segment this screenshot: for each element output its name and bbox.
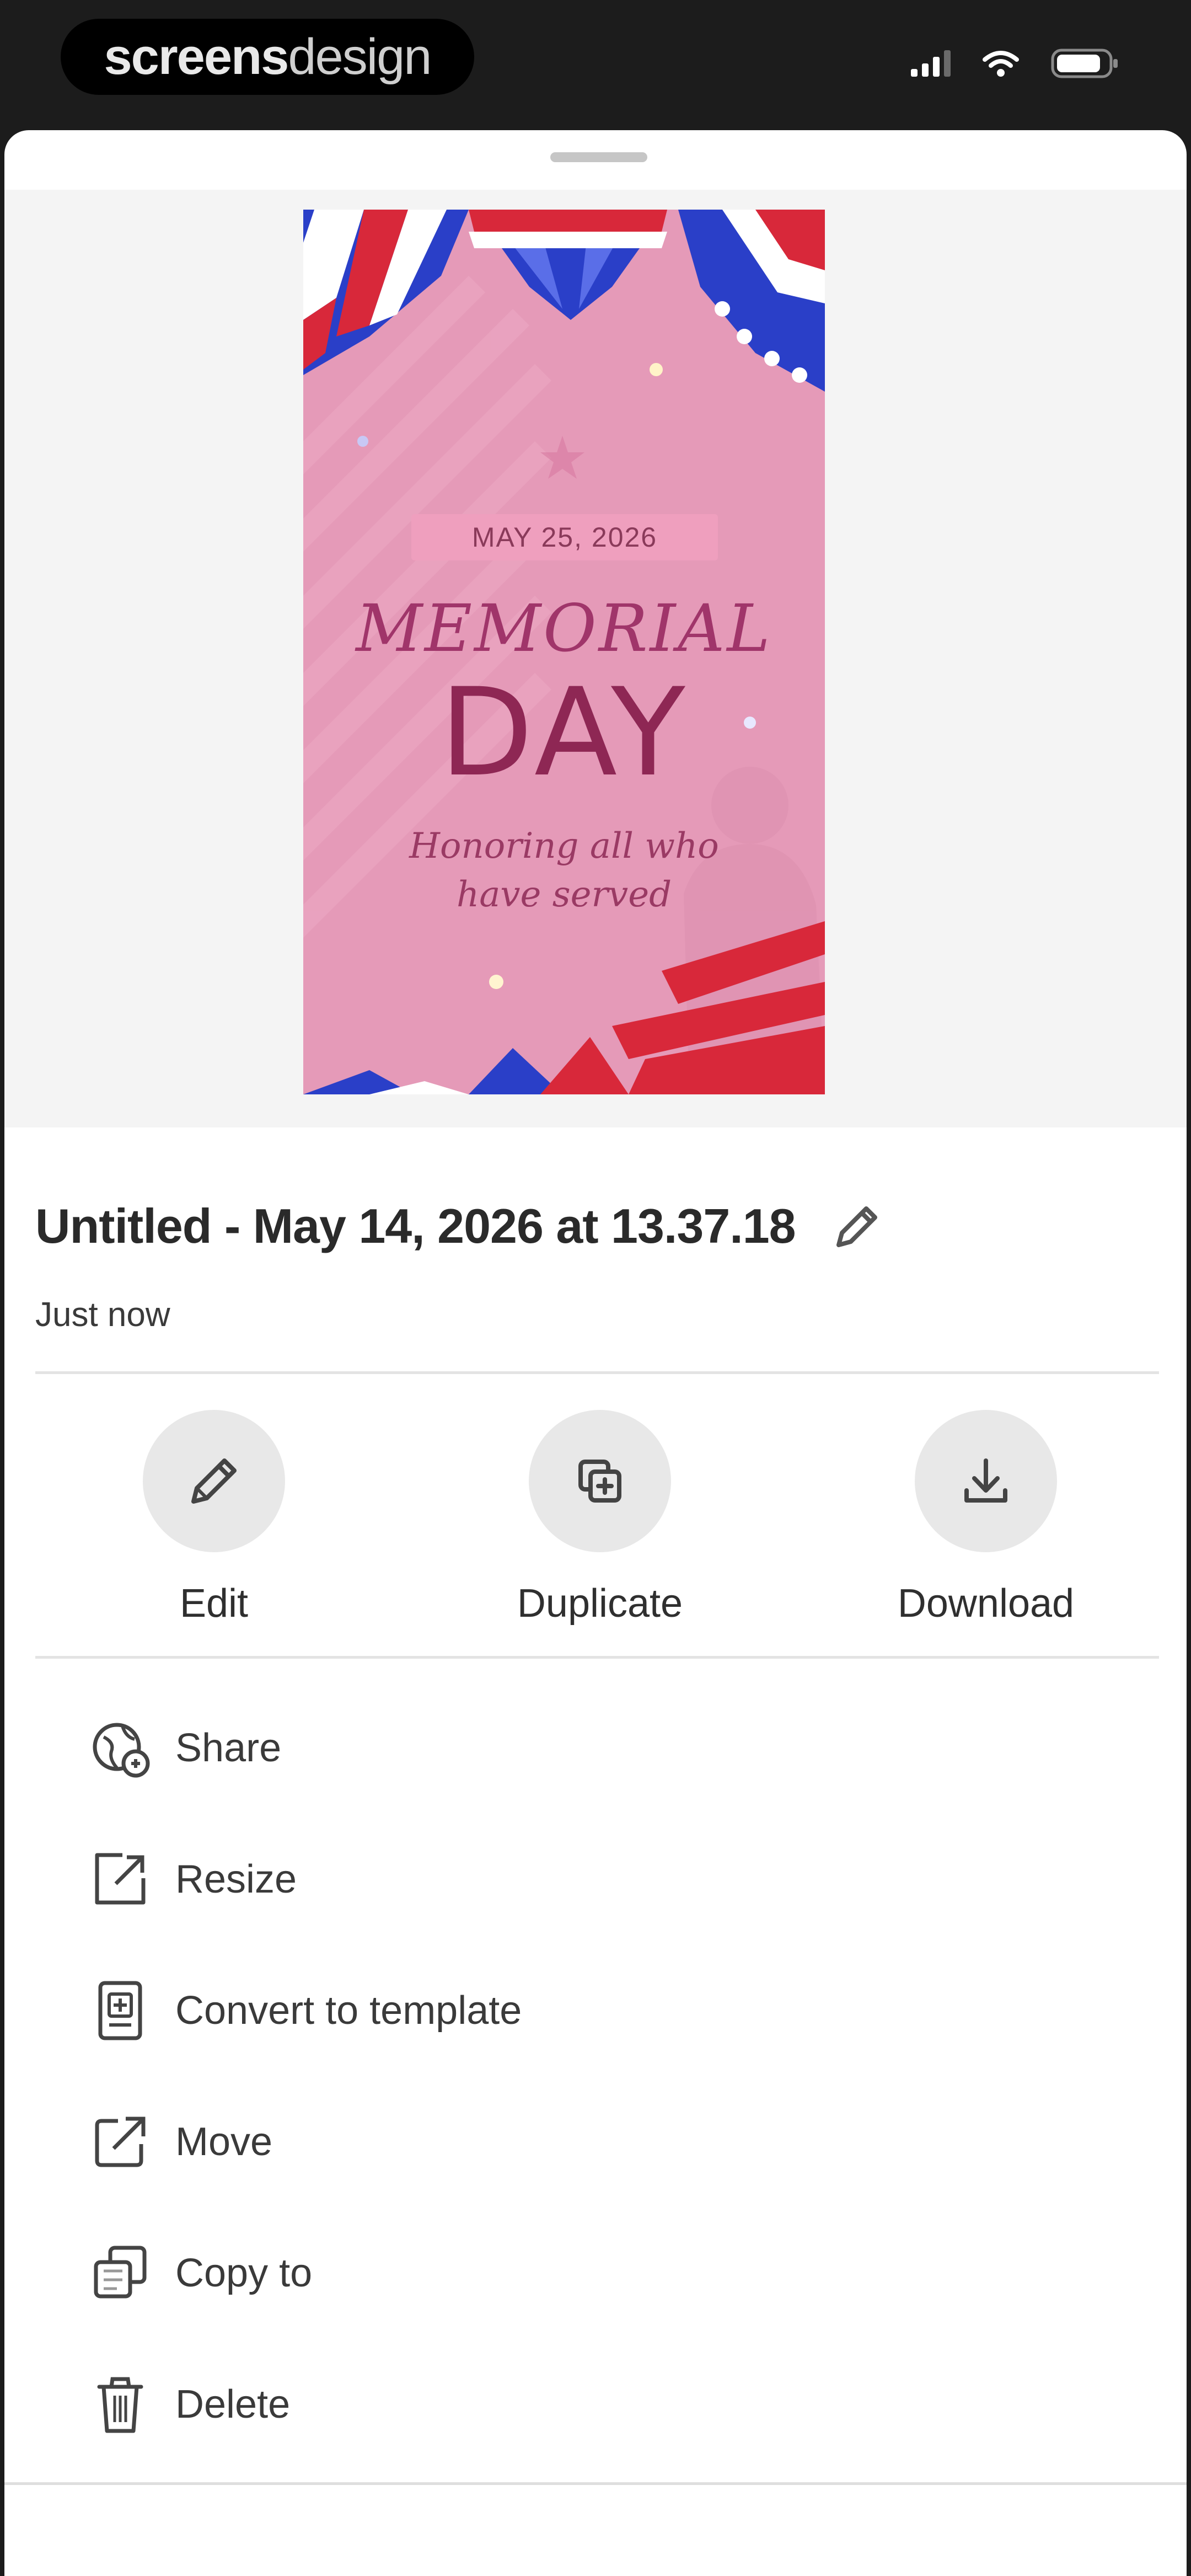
menu-label-copy-to: Copy to bbox=[175, 2251, 313, 2295]
menu-item-convert-to-template[interactable]: Convert to template bbox=[87, 1969, 1135, 2052]
document-title-row: Untitled - May 14, 2026 at 13.37.18 bbox=[35, 1198, 884, 1254]
move-icon bbox=[87, 2109, 153, 2175]
sheet-bottom-area bbox=[4, 2482, 1187, 2576]
cellular-signal-icon bbox=[911, 50, 951, 77]
document-modified-time: Just now bbox=[35, 1296, 170, 1334]
battery-icon bbox=[1051, 49, 1118, 78]
menu-label-delete: Delete bbox=[175, 2382, 291, 2427]
pencil-icon bbox=[191, 1458, 237, 1504]
menu-item-move[interactable]: Move bbox=[87, 2101, 1135, 2183]
design-preview-area: MAY 25, 2026 MEMORIAL DAY Honoring all w… bbox=[4, 190, 1187, 1127]
design-title-line2: DAY bbox=[439, 662, 689, 803]
bunting-top-right bbox=[678, 210, 825, 392]
menu-item-delete[interactable]: Delete bbox=[87, 2363, 1135, 2446]
status-icons bbox=[911, 49, 1119, 78]
menu-label-resize: Resize bbox=[175, 1857, 297, 1901]
design-subtitle-line1: Honoring all who bbox=[409, 826, 719, 867]
download-icon bbox=[964, 1458, 1007, 1503]
download-action[interactable]: Download bbox=[870, 1410, 1102, 1626]
edit-button[interactable] bbox=[143, 1410, 285, 1552]
duplicate-label: Duplicate bbox=[517, 1581, 683, 1626]
menu-label-convert-to-template: Convert to template bbox=[175, 1989, 522, 2033]
duplicate-action[interactable]: Duplicate bbox=[484, 1410, 716, 1626]
flag-bottom bbox=[303, 921, 825, 1094]
duplicate-button[interactable] bbox=[529, 1410, 671, 1552]
share-icon bbox=[87, 1715, 153, 1781]
wifi-icon bbox=[983, 51, 1019, 77]
menu-item-share[interactable]: Share bbox=[87, 1707, 1135, 1789]
design-date: MAY 25, 2026 bbox=[411, 514, 718, 560]
design-thumbnail[interactable]: MAY 25, 2026 MEMORIAL DAY Honoring all w… bbox=[303, 210, 825, 1094]
design-subtitle: Honoring all who have served bbox=[391, 822, 737, 919]
sheet-grabber[interactable] bbox=[550, 152, 647, 162]
divider bbox=[35, 1656, 1159, 1659]
download-button[interactable] bbox=[915, 1410, 1057, 1552]
design-title-line1: MEMORIAL bbox=[356, 590, 772, 666]
edit-label: Edit bbox=[179, 1581, 249, 1626]
template-icon bbox=[87, 1978, 153, 2044]
options-sheet: MAY 25, 2026 MEMORIAL DAY Honoring all w… bbox=[4, 130, 1187, 2576]
divider bbox=[35, 1371, 1159, 1374]
menu-item-copy-to[interactable]: Copy to bbox=[87, 2232, 1135, 2315]
document-title: Untitled - May 14, 2026 at 13.37.18 bbox=[35, 1199, 796, 1253]
brand-logo: screens design bbox=[61, 19, 474, 95]
resize-icon bbox=[87, 1846, 153, 1912]
brand-text-light: design bbox=[288, 28, 432, 85]
trash-icon bbox=[87, 2371, 153, 2438]
duplicate-icon bbox=[578, 1460, 621, 1503]
status-bar: screens design bbox=[0, 0, 1191, 129]
bunting-top-left bbox=[303, 210, 469, 375]
brand-text-bold: screens bbox=[104, 28, 289, 85]
edit-action[interactable]: Edit bbox=[98, 1410, 330, 1626]
menu-item-resize[interactable]: Resize bbox=[87, 1838, 1135, 1921]
copy-icon bbox=[87, 2240, 153, 2306]
download-label: Download bbox=[897, 1581, 1075, 1626]
menu-label-share: Share bbox=[175, 1726, 282, 1770]
edit-title-pencil-icon[interactable] bbox=[831, 1200, 884, 1253]
design-subtitle-line2: have served bbox=[456, 874, 672, 915]
menu-label-move: Move bbox=[175, 2120, 273, 2164]
bunting-top-center bbox=[469, 210, 667, 320]
